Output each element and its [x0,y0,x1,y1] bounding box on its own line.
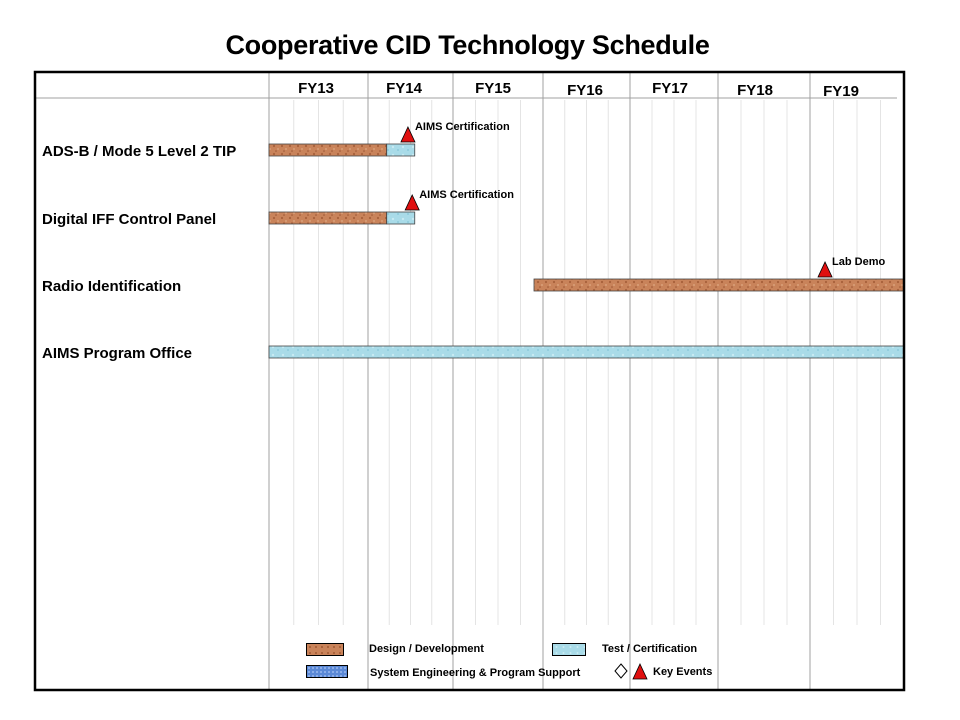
fiscal-year-label: FY17 [652,80,688,97]
legend-diamond-icon [614,663,628,679]
test-bar [268,345,905,359]
fiscal-year-label: FY15 [475,80,511,97]
event-label: Lab Demo [832,256,885,268]
legend-design-swatch [306,643,344,656]
row-label: Digital IFF Control Panel [42,211,216,228]
fiscal-year-label: FY14 [386,80,423,97]
test-bar [386,211,416,225]
legend-sys-eng-label: System Engineering & Program Support [370,667,581,679]
event-label: AIMS Certification [419,189,514,201]
row-label: Radio Identification [42,278,181,295]
event-label: AIMS Certification [415,121,510,133]
legend-test-swatch [552,643,586,656]
row-label: ADS-B / Mode 5 Level 2 TIP [42,143,236,160]
design-bar [268,143,388,157]
key-event-marker [400,126,416,143]
fiscal-year-label: FY18 [737,82,773,99]
chart-frame [33,70,906,692]
legend-events-label: Key Events [653,666,713,678]
key-event-marker [817,261,833,278]
legend-triangle-icon [632,663,648,680]
legend-design-label: Design / Development [369,643,484,655]
test-bar [386,143,416,157]
fiscal-year-label: FY13 [298,80,334,97]
row-label: AIMS Program Office [42,345,192,362]
gantt-chart: FY13 FY14 FY15 FY16 FY17 FY18 FY19 ADS-B / Mode… [33,70,906,692]
design-bar [268,211,388,225]
legend-test-label: Test / Certification [602,643,698,655]
legend-sys-eng-swatch [306,665,348,678]
fiscal-year-label: FY16 [567,82,603,99]
design-bar [533,278,905,292]
key-event-marker [404,194,420,211]
fiscal-year-label: FY19 [823,83,859,100]
